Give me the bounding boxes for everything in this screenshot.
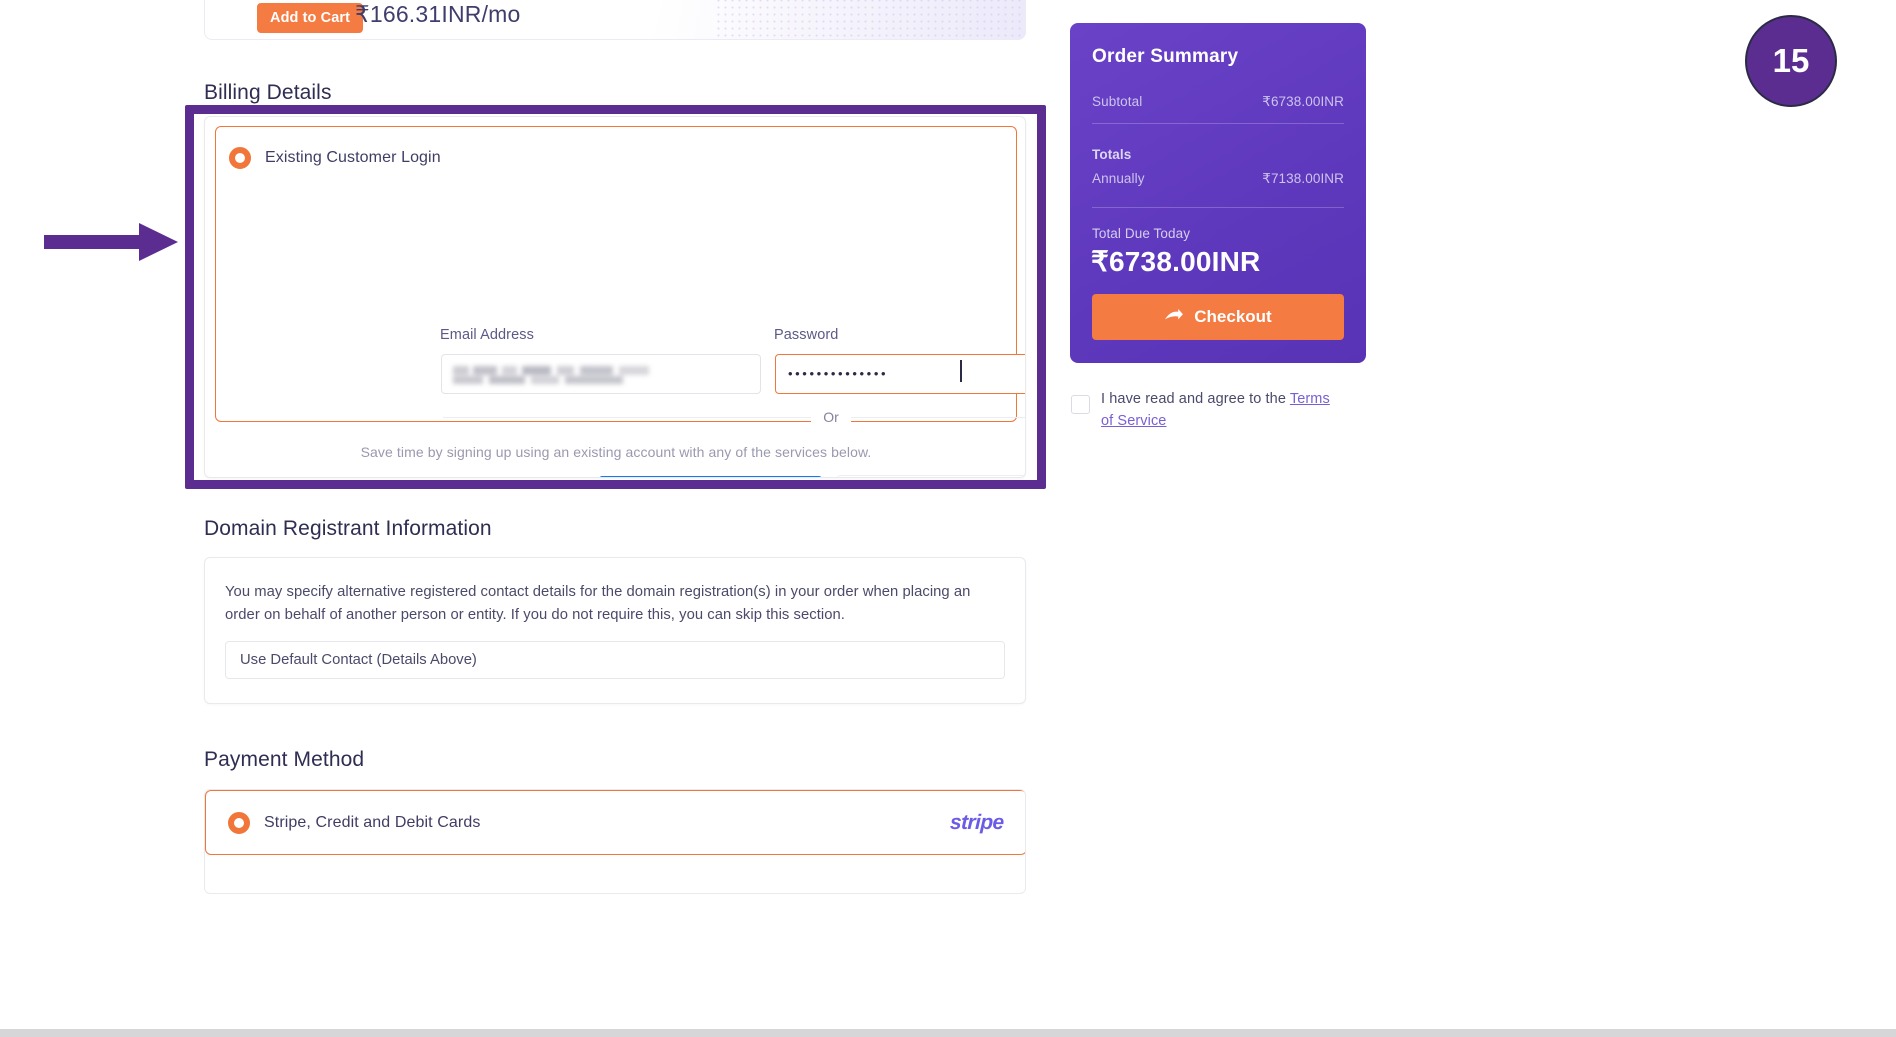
order-summary-panel: Order Summary Subtotal ₹6738.00INR Total…	[1070, 23, 1366, 363]
product-price: ₹166.31INR/mo	[355, 1, 521, 27]
checkout-button[interactable]: Checkout	[1092, 294, 1344, 340]
order-summary-title: Order Summary	[1092, 46, 1239, 67]
or-divider: Or	[443, 408, 1025, 425]
annotation-arrow-icon	[44, 223, 178, 261]
total-due-today-label: Total Due Today	[1092, 226, 1191, 241]
password-input[interactable]	[775, 354, 1025, 394]
domain-registrant-card: You may specify alternative registered c…	[204, 557, 1026, 704]
terms-text-before: I have read and agree to the	[1101, 391, 1290, 407]
social-signin-hint: Save time by signing up using an existin…	[360, 444, 872, 460]
terms-agreement-row: I have read and agree to the Terms of Se…	[1071, 388, 1333, 432]
payment-method-heading: Payment Method	[204, 748, 365, 771]
summary-divider-1	[1092, 123, 1344, 124]
text-caret	[960, 360, 962, 382]
or-label: Or	[811, 408, 851, 425]
social-signin-hint-wrapper: Save time by signing up using an existin…	[216, 444, 1016, 460]
step-number-badge: 15	[1745, 15, 1837, 107]
domain-registrant-heading: Domain Registrant Information	[204, 517, 492, 540]
total-due-today-amount: ₹6738.00INR	[1091, 246, 1261, 277]
subtotal-label: Subtotal	[1092, 94, 1143, 109]
payment-option-stripe[interactable]: Stripe, Credit and Debit Cards stripe	[205, 790, 1025, 855]
payment-option-label: Stripe, Credit and Debit Cards	[264, 813, 481, 831]
checkout-button-label: Checkout	[1194, 307, 1272, 326]
payment-method-card: Stripe, Credit and Debit Cards stripe	[204, 789, 1026, 894]
divider-line-left	[443, 417, 812, 418]
existing-customer-login-panel[interactable]: Existing Customer Login Email Address Pa…	[215, 126, 1025, 477]
radio-selected-icon	[228, 811, 250, 834]
stripe-logo: stripe	[950, 810, 1005, 834]
radio-existing-customer-login[interactable]: Existing Customer Login	[229, 147, 441, 169]
email-field-label: Email Address	[440, 327, 534, 343]
product-summary-card: Add to Cart ₹166.31INR/mo	[204, 0, 1026, 40]
bottom-chrome-bar	[0, 1029, 1896, 1037]
arrow-right-icon	[1165, 308, 1184, 319]
summary-divider-2	[1092, 207, 1344, 208]
radio-existing-login-label: Existing Customer Login	[265, 149, 441, 166]
email-input[interactable]	[441, 354, 761, 394]
add-to-cart-button[interactable]: Add to Cart	[257, 3, 364, 33]
divider-line-right	[850, 417, 1025, 418]
annually-value: ₹7138.00INR	[1262, 171, 1344, 186]
billing-details-card: Existing Customer Login Email Address Pa…	[204, 116, 1026, 478]
billing-details-heading: Billing Details	[204, 81, 332, 104]
password-field-label: Password	[774, 327, 839, 343]
summary-row-annually: Annually ₹7138.00INR	[1092, 171, 1344, 187]
summary-row-subtotal: Subtotal ₹6738.00INR	[1092, 94, 1344, 110]
sign-in-with-facebook-button[interactable]: Sign in with Facebook	[599, 476, 822, 477]
registrant-contact-select[interactable]: Use Default Contact (Details Above)	[225, 641, 1005, 679]
sign-in-with-google-button[interactable]: Sign in with Google	[837, 475, 1025, 477]
registrant-description: You may specify alternative registered c…	[225, 584, 971, 623]
totals-label: Totals	[1092, 147, 1132, 162]
terms-text: I have read and agree to the Terms of Se…	[1101, 388, 1333, 432]
email-input-wrapper	[441, 354, 761, 394]
radio-selected-icon	[229, 147, 251, 169]
annually-label: Annually	[1092, 171, 1145, 186]
decorative-dot-pattern	[715, 0, 1025, 39]
subtotal-value: ₹6738.00INR	[1262, 94, 1344, 109]
terms-checkbox[interactable]	[1071, 395, 1090, 414]
registrant-contact-select-value: Use Default Contact (Details Above)	[240, 652, 477, 668]
